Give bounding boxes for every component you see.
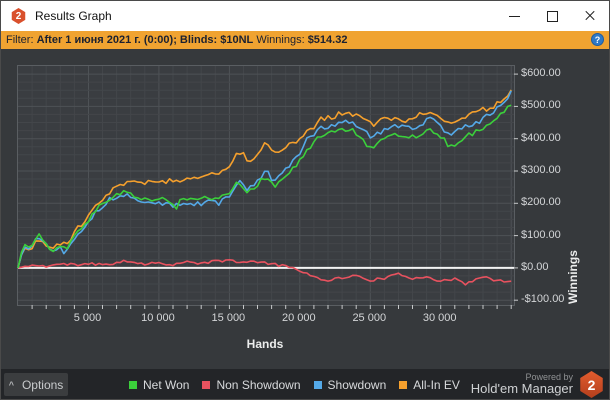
window-controls: [495, 1, 609, 31]
x-tick-label: 10 000: [141, 312, 175, 324]
brand-name: Hold'em Manager: [470, 381, 573, 397]
powered-by-block: Powered by Hold'em Manager 2: [471, 371, 604, 398]
y-tick-label: $0.00: [521, 260, 549, 273]
legend-item-showdown[interactable]: Showdown: [313, 377, 387, 392]
chart-legend: Net Won Non Showdown Showdown All-In EV: [129, 373, 460, 396]
y-tick-label: $300.00: [521, 163, 561, 176]
maximize-icon: [546, 10, 558, 22]
minimize-icon: [508, 15, 520, 17]
series-non-showdown: [17, 259, 512, 286]
minimize-button[interactable]: [495, 1, 533, 31]
y-tick-label: -$100.00: [521, 293, 565, 306]
y-tick-label: $100.00: [521, 228, 561, 241]
legend-label: Showdown: [327, 377, 387, 392]
maximize-button[interactable]: [533, 1, 571, 31]
legend-label: All-In EV: [413, 377, 460, 392]
legend-swatch-icon: [129, 380, 137, 389]
filter-text-segment: Filter:: [6, 34, 37, 46]
chart-panel: 5 000 10 000 15 000 20 000 25 000 30 000 $600…: [1, 49, 609, 399]
x-tick-label: 5 000: [73, 312, 102, 324]
title-bar: 2 Results Graph: [1, 1, 609, 31]
y-axis-title: Winnings: [566, 250, 580, 304]
close-icon: [584, 10, 596, 22]
legend-label: Net Won: [143, 377, 190, 392]
filter-text-segment: After 1 июня 2021 г. (0:00); Blinds: $10…: [36, 34, 254, 46]
options-button-label: Options: [21, 377, 64, 392]
x-axis-title: Hands: [246, 337, 284, 351]
y-tick-label: $400.00: [521, 131, 561, 144]
help-icon[interactable]: ?: [591, 33, 604, 46]
filter-bar[interactable]: Filter: After 1 июня 2021 г. (0:00); Bli…: [1, 31, 609, 49]
legend-label: Non Showdown: [216, 377, 301, 392]
filter-text-segment: $514.32: [307, 34, 348, 46]
x-tick-label: 20 000: [281, 312, 316, 324]
results-graph-window: 2 Results Graph Filter: After 1 июня 202…: [0, 0, 610, 400]
hm2-logo-number: 2: [15, 10, 22, 22]
options-button[interactable]: ^ Options: [4, 373, 68, 396]
close-button[interactable]: [571, 1, 609, 31]
legend-swatch-icon: [313, 380, 322, 389]
hm2-brand-logo-icon: 2: [580, 371, 603, 398]
legend-item-non-showdown[interactable]: Non Showdown: [202, 377, 301, 392]
legend-item-net-won[interactable]: Net Won: [129, 378, 189, 392]
y-tick-label: $500.00: [521, 99, 561, 112]
legend-swatch-icon: [202, 380, 211, 389]
y-tick-label: $200.00: [521, 196, 561, 209]
filter-text-segment: Winnings:: [253, 34, 308, 46]
caret-up-icon: ^: [8, 379, 14, 390]
footer-bar: ^ Options Net Won Non Showdown Showdown All…: [1, 369, 609, 399]
x-tick-label: 15 000: [211, 312, 246, 324]
y-tick-label: $600.00: [521, 67, 561, 80]
x-tick-label: 25 000: [352, 312, 387, 324]
legend-swatch-icon: [399, 380, 408, 389]
legend-item-all-in-ev[interactable]: All-In EV: [399, 378, 460, 392]
results-graph: [17, 66, 518, 309]
hm2-logo-icon: 2: [11, 8, 26, 24]
plot-area[interactable]: [17, 65, 518, 309]
x-tick-label: 30 000: [422, 312, 457, 324]
window-title: Results Graph: [35, 9, 112, 23]
